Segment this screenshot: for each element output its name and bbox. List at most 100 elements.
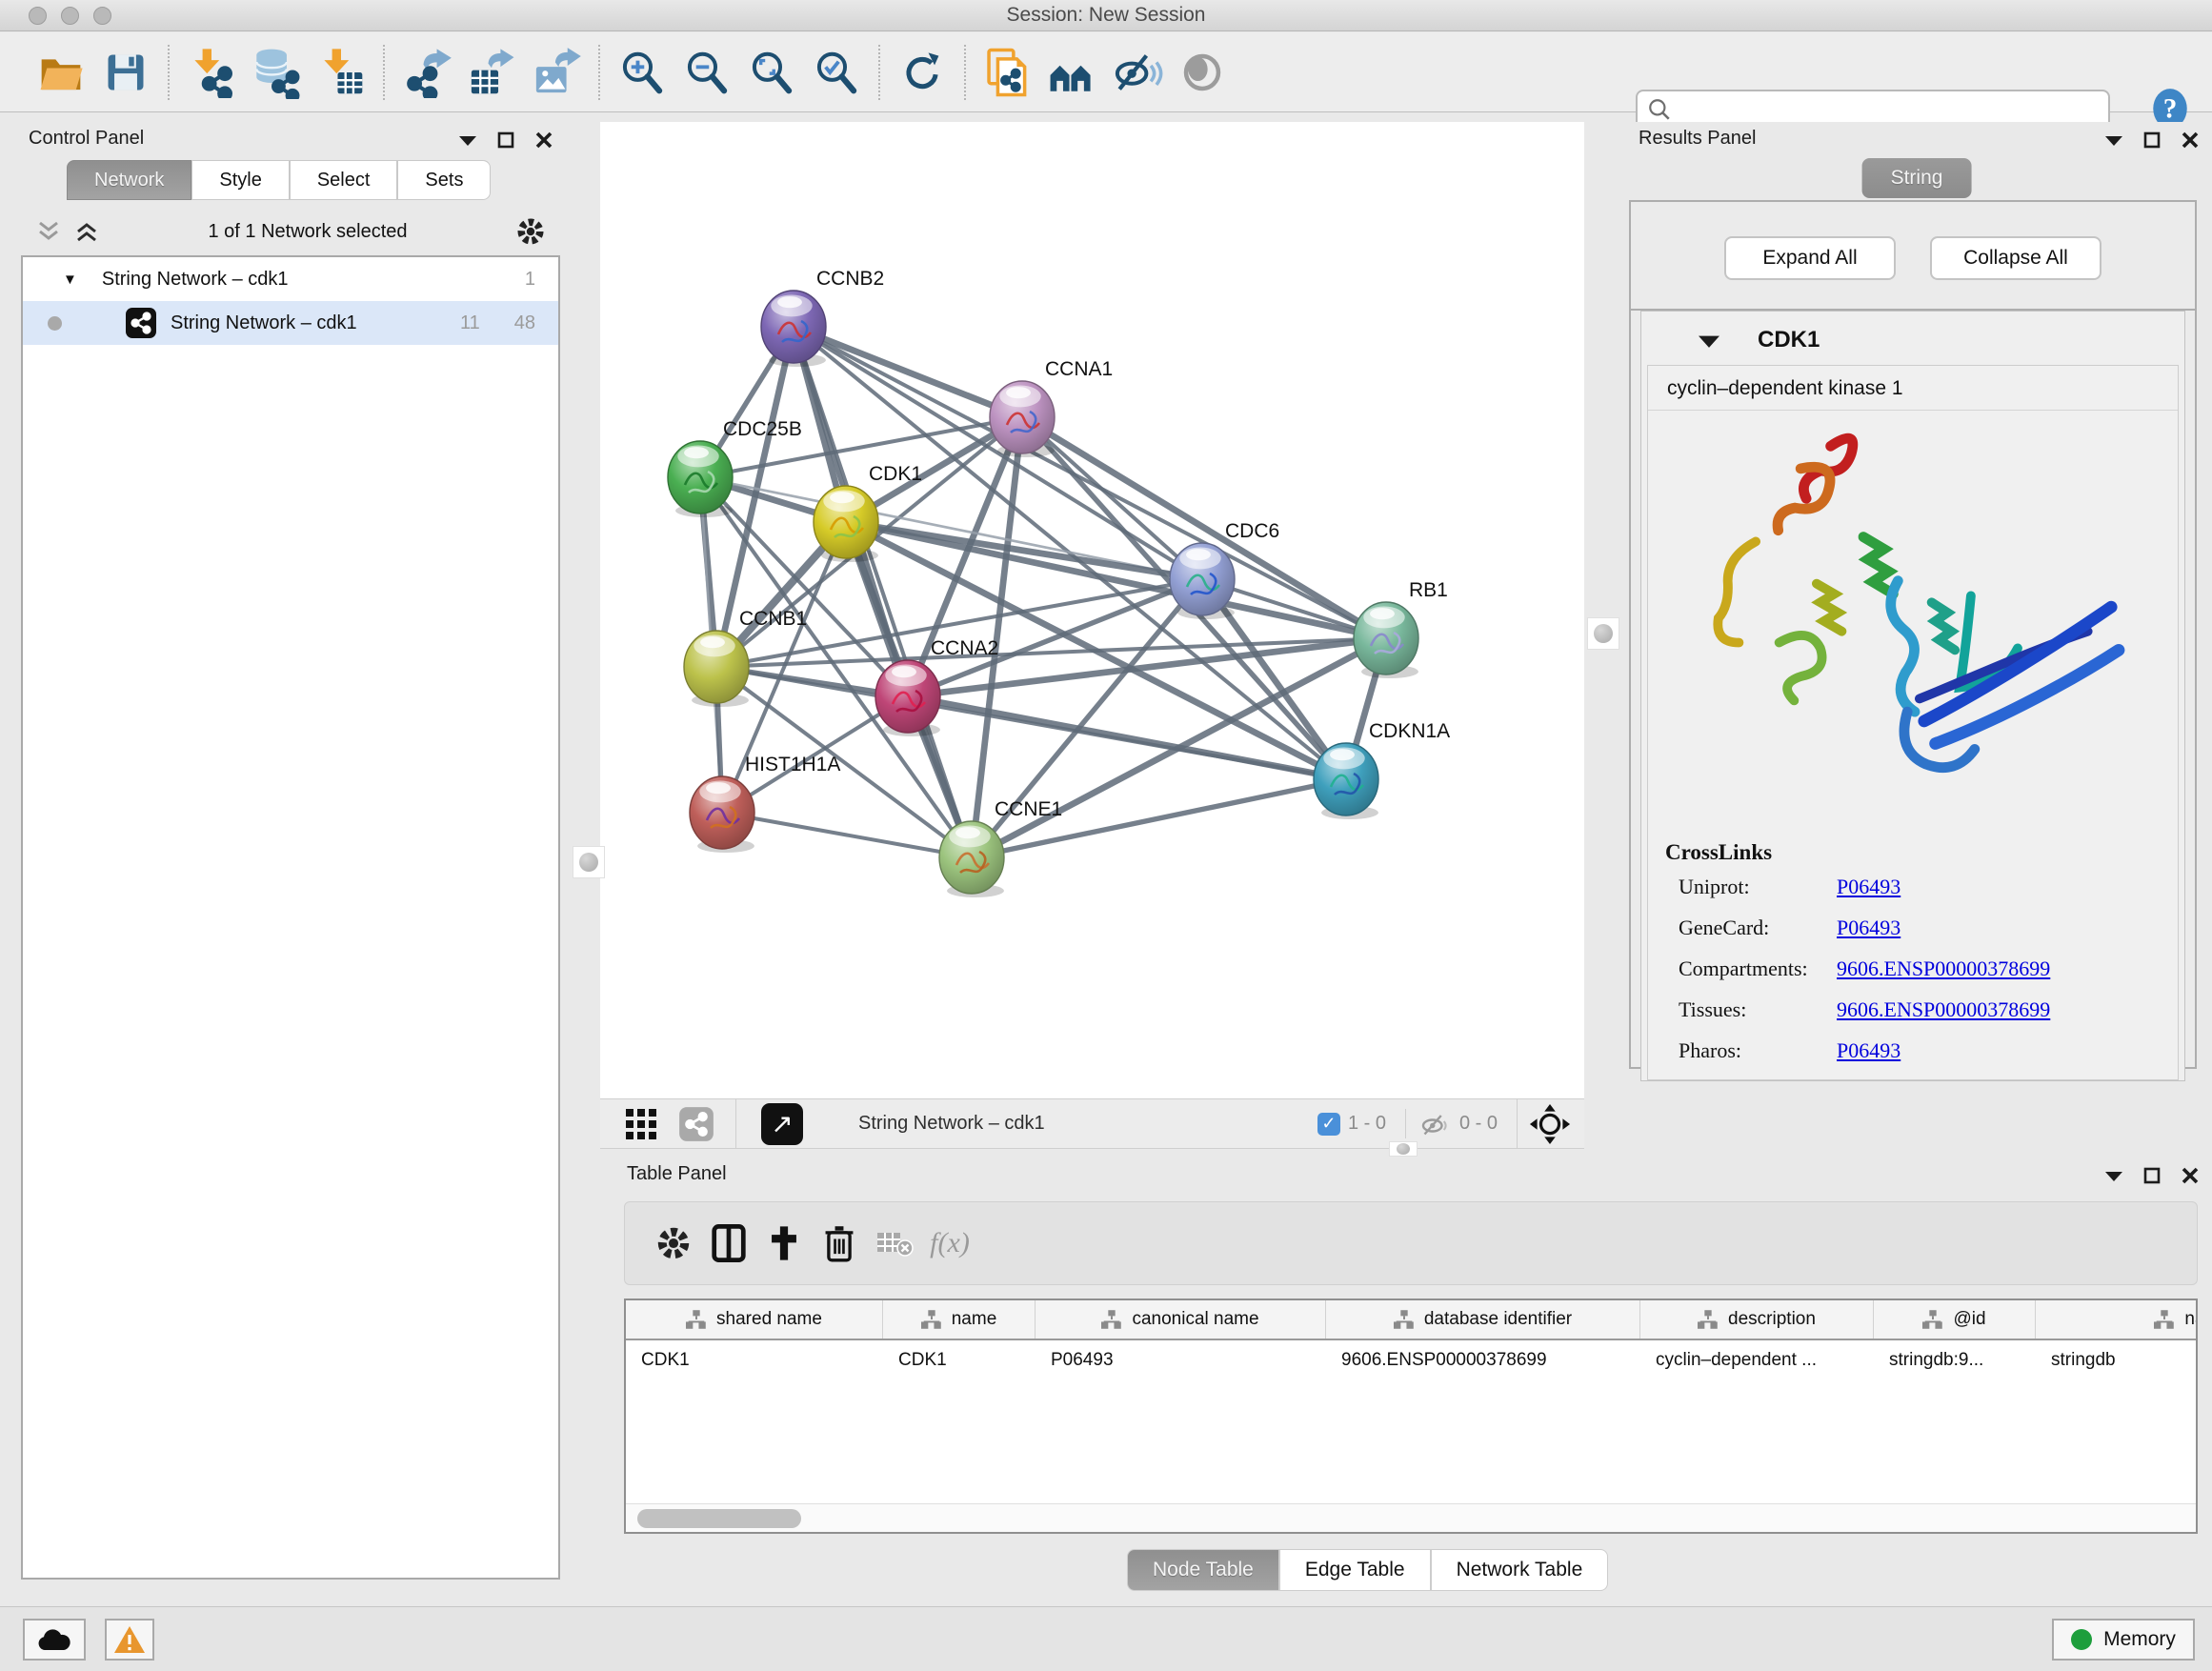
crosslinks-section: CrossLinks Uniprot:P06493GeneCard:P06493… <box>1648 827 2178 1063</box>
collapse-all-button[interactable]: Collapse All <box>1930 236 2101 280</box>
scrollbar-thumb[interactable] <box>637 1509 801 1528</box>
left-splitter-handle[interactable] <box>573 846 605 878</box>
network-edge[interactable] <box>846 522 1386 638</box>
import-network-button[interactable] <box>184 45 239 100</box>
column-header-name[interactable]: name <box>883 1300 1036 1339</box>
function-builder-button[interactable]: f(x) <box>922 1219 977 1267</box>
panel-menu-icon[interactable] <box>459 134 476 146</box>
zoom-in-button[interactable] <box>614 45 670 100</box>
export-network-button[interactable] <box>399 45 454 100</box>
network-node-HIST1H1A[interactable]: HIST1H1A <box>690 754 840 853</box>
column-header-@id[interactable]: @id <box>1874 1300 2036 1339</box>
network-node-RB1[interactable]: RB1 <box>1354 579 1448 678</box>
show-columns-button[interactable] <box>701 1219 756 1267</box>
tab-edge-table[interactable]: Edge Table <box>1279 1549 1431 1591</box>
show-panel-button[interactable] <box>1175 45 1230 100</box>
gear-icon[interactable] <box>516 217 545 246</box>
warnings-button[interactable] <box>105 1619 154 1661</box>
panel-menu-icon[interactable] <box>2105 1170 2122 1181</box>
float-panel-icon[interactable] <box>497 131 514 149</box>
table-panel-title: Table Panel <box>627 1163 727 1185</box>
import-table-button[interactable] <box>313 45 369 100</box>
zoom-selected-button[interactable] <box>809 45 864 100</box>
column-header-database-identifier[interactable]: database identifier <box>1326 1300 1640 1339</box>
grid-view-button[interactable] <box>613 1100 669 1148</box>
zoom-window-icon[interactable] <box>93 7 111 25</box>
network-node-CDKN1A[interactable]: CDKN1A <box>1314 720 1450 819</box>
export-table-button[interactable] <box>464 45 519 100</box>
float-panel-icon[interactable] <box>2143 1167 2161 1184</box>
node-table[interactable]: shared namenamecanonical namedatabase id… <box>624 1299 2198 1534</box>
cloud-status-button[interactable] <box>23 1619 86 1661</box>
float-panel-icon[interactable] <box>2143 131 2161 149</box>
tab-sets[interactable]: Sets <box>397 160 491 200</box>
tab-node-table[interactable]: Node Table <box>1127 1549 1279 1591</box>
zoom-fit-button[interactable] <box>744 45 799 100</box>
crosslink-link[interactable]: P06493 <box>1837 1038 1900 1063</box>
right-splitter-handle[interactable] <box>1587 617 1619 650</box>
table-row[interactable]: CDK1CDK1P064939606.ENSP00000378699cyclin… <box>626 1340 2196 1380</box>
delete-column-button[interactable] <box>812 1219 867 1267</box>
control-panel-tabs: NetworkStyleSelectSets <box>67 160 491 200</box>
create-column-button[interactable] <box>756 1219 812 1267</box>
node-label-CCNA1: CCNA1 <box>1045 358 1113 380</box>
crosslink-link[interactable]: 9606.ENSP00000378699 <box>1837 956 2050 981</box>
birds-eye-toggle-icon[interactable] <box>1529 1103 1571 1145</box>
detach-view-button[interactable]: ↗ <box>761 1103 803 1145</box>
crosslink-link[interactable]: P06493 <box>1837 875 1900 899</box>
gear-icon <box>656 1226 691 1260</box>
tab-network-table[interactable]: Network Table <box>1431 1549 1609 1591</box>
crosslink-link[interactable]: 9606.ENSP00000378699 <box>1837 997 2050 1022</box>
table-settings-button[interactable] <box>646 1219 701 1267</box>
eye-icon <box>1177 48 1227 97</box>
memory-button[interactable]: Memory <box>2052 1619 2195 1661</box>
close-window-icon[interactable] <box>29 7 47 25</box>
tab-network[interactable]: Network <box>67 160 191 200</box>
column-header-description[interactable]: description <box>1640 1300 1874 1339</box>
panel-menu-icon[interactable] <box>2105 134 2122 146</box>
network-overview-button[interactable] <box>1045 45 1100 100</box>
network-edge[interactable] <box>794 327 1022 417</box>
close-panel-icon[interactable] <box>535 131 553 149</box>
import-network-from-database-button[interactable] <box>249 45 304 100</box>
hide-panel-button[interactable] <box>1110 45 1165 100</box>
column-header-namespace[interactable]: namespace <box>2036 1300 2198 1339</box>
gene-collapse-icon[interactable] <box>1699 333 1719 348</box>
tab-string[interactable]: String <box>1862 158 1972 198</box>
table-panel: Table Panel <box>610 1158 2212 1601</box>
zoom-out-button[interactable] <box>679 45 734 100</box>
bottom-splitter-handle[interactable] <box>1389 1141 1418 1157</box>
apply-layout-button[interactable] <box>895 45 950 100</box>
close-panel-icon[interactable] <box>2182 131 2199 149</box>
minimize-window-icon[interactable] <box>61 7 79 25</box>
memory-status-dot <box>2071 1629 2092 1650</box>
close-panel-icon[interactable] <box>2182 1167 2199 1184</box>
network-collection-row[interactable]: ▼ String Network – cdk1 1 <box>23 257 558 301</box>
network-row[interactable]: String Network – cdk1 11 48 <box>23 301 558 345</box>
open-session-button[interactable] <box>33 45 89 100</box>
delete-table-button[interactable] <box>867 1219 922 1267</box>
save-session-button[interactable] <box>98 45 153 100</box>
column-header-canonical-name[interactable]: canonical name <box>1036 1300 1326 1339</box>
network-graph[interactable]: CCNB2CCNA1CDC25BCDK1CDC6RB1CCNB1CCNA2CDK… <box>600 122 1584 1098</box>
network-share-view-button[interactable] <box>669 1100 724 1148</box>
export-image-button[interactable] <box>529 45 584 100</box>
copy-network-style-button[interactable] <box>980 45 1036 100</box>
collection-expand-icon[interactable]: ▼ <box>63 272 77 288</box>
tab-style[interactable]: Style <box>191 160 289 200</box>
network-share-icon <box>125 307 157 339</box>
tab-select[interactable]: Select <box>290 160 398 200</box>
column-header-shared-name[interactable]: shared name <box>626 1300 883 1339</box>
search-input[interactable] <box>1672 99 2081 120</box>
table-horizontal-scrollbar[interactable] <box>626 1503 2196 1532</box>
selected-checkbox-icon[interactable]: ✓ <box>1317 1113 1340 1136</box>
hidden-eye-slash-icon[interactable] <box>1418 1110 1452 1138</box>
network-edge[interactable] <box>722 813 972 857</box>
network-edge-count: 48 <box>514 312 535 334</box>
expand-all-icon[interactable] <box>74 220 99 243</box>
collapse-all-icon[interactable] <box>36 220 61 243</box>
crosslink-link[interactable]: P06493 <box>1837 916 1900 940</box>
network-canvas[interactable]: CCNB2CCNA1CDC25BCDK1CDC6RB1CCNB1CCNA2CDK… <box>600 122 1584 1098</box>
expand-all-button[interactable]: Expand All <box>1724 236 1896 280</box>
results-panel: Results Panel String Expand All Collapse… <box>1621 122 2212 1151</box>
